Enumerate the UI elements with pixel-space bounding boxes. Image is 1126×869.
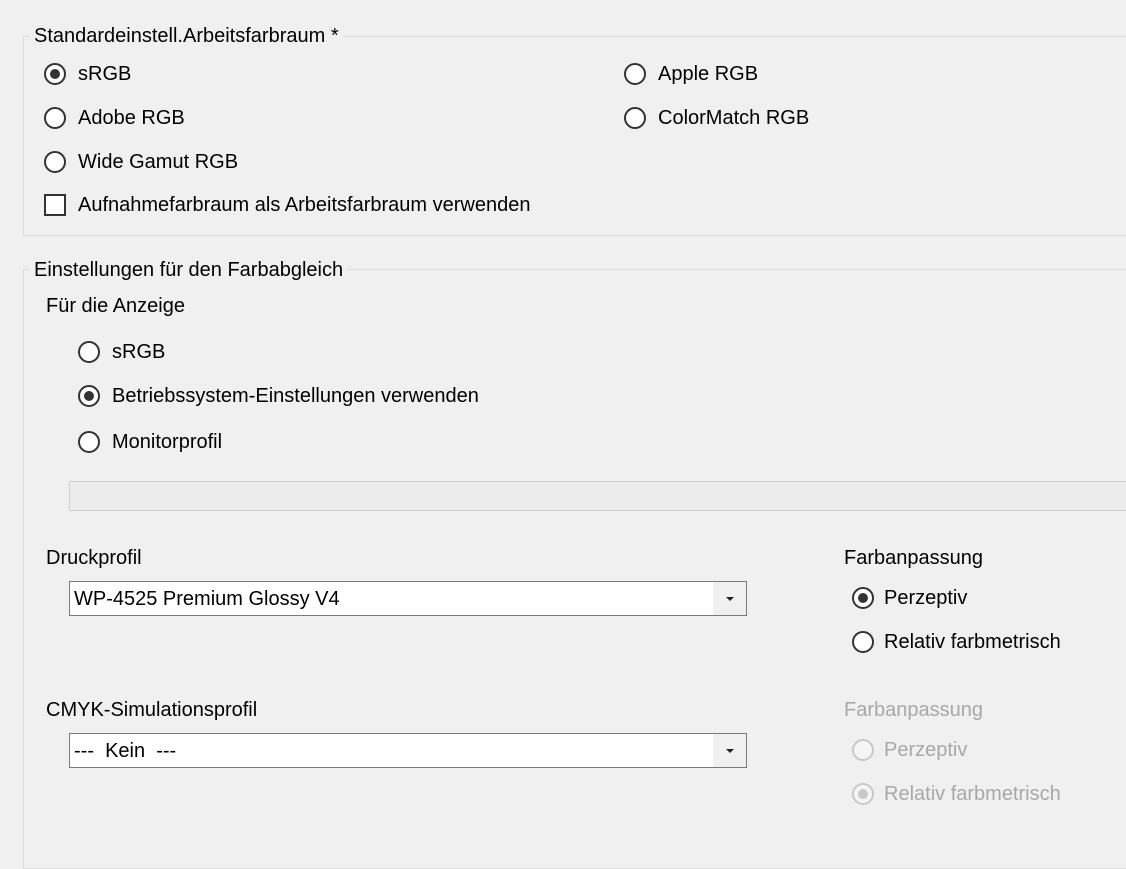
radio-indicator[interactable]: [624, 63, 646, 85]
radio-indicator[interactable]: [852, 783, 874, 805]
print-profile-value: WP-4525 Premium Glossy V4: [74, 587, 340, 610]
radio-label: ColorMatch RGB: [658, 107, 810, 129]
radio-label: Relativ farbmetrisch: [884, 783, 1061, 805]
radio-label: Monitorprofil: [112, 431, 223, 453]
radio-print-perceptual[interactable]: Perzeptiv: [852, 586, 967, 610]
radio-working-adobe-rgb[interactable]: Adobe RGB: [44, 106, 185, 130]
print-rendering-label: Farbanpassung: [844, 547, 983, 569]
radio-display-monitor-profile[interactable]: Monitorprofil: [78, 430, 222, 454]
radio-label: Adobe RGB: [78, 107, 185, 129]
radio-working-apple-rgb[interactable]: Apple RGB: [624, 62, 758, 86]
checkbox-label: Aufnahmefarbraum als Arbeitsfarbraum ver…: [78, 194, 531, 216]
radio-working-srgb[interactable]: sRGB: [44, 62, 131, 86]
radio-indicator[interactable]: [852, 587, 874, 609]
radio-indicator[interactable]: [624, 107, 646, 129]
radio-label: sRGB: [112, 341, 166, 363]
radio-working-colormatch-rgb[interactable]: ColorMatch RGB: [624, 106, 809, 130]
radio-label: Relativ farbmetrisch: [884, 631, 1061, 653]
cmyk-profile-value: --- Kein ---: [74, 739, 177, 762]
checkbox-use-capture-space[interactable]: Aufnahmefarbraum als Arbeitsfarbraum ver…: [44, 193, 530, 217]
radio-indicator[interactable]: [44, 63, 66, 85]
radio-cmyk-perceptual[interactable]: Perzeptiv: [852, 738, 967, 762]
cmyk-profile-select[interactable]: --- Kein ---: [69, 733, 747, 768]
radio-label: Betriebssystem-Einstellungen verwenden: [112, 385, 479, 407]
radio-working-wide-gamut-rgb[interactable]: Wide Gamut RGB: [44, 150, 238, 174]
radio-indicator[interactable]: [852, 739, 874, 761]
radio-indicator[interactable]: [78, 385, 100, 407]
radio-label: sRGB: [78, 63, 132, 85]
radio-display-os-settings[interactable]: Betriebssystem-Einstellungen verwenden: [78, 384, 479, 408]
cmyk-rendering-label: Farbanpassung: [844, 699, 983, 721]
radio-indicator[interactable]: [852, 631, 874, 653]
color-matching-legend: Einstellungen für den Farbabgleich: [29, 258, 348, 282]
chevron-down-icon[interactable]: [713, 582, 746, 615]
radio-label: Wide Gamut RGB: [78, 151, 239, 173]
display-section-label: Für die Anzeige: [46, 295, 185, 317]
working-space-legend: Standardeinstell.Arbeitsfarbraum *: [29, 24, 343, 48]
radio-label: Perzeptiv: [884, 739, 968, 761]
print-profile-label: Druckprofil: [46, 547, 142, 569]
radio-label: Perzeptiv: [884, 587, 968, 609]
monitor-profile-field: [69, 481, 1126, 511]
radio-indicator[interactable]: [78, 431, 100, 453]
radio-cmyk-relative-colorimetric[interactable]: Relativ farbmetrisch: [852, 782, 1061, 806]
cmyk-profile-label: CMYK-Simulationsprofil: [46, 699, 258, 721]
radio-indicator[interactable]: [78, 341, 100, 363]
radio-label: Apple RGB: [658, 63, 759, 85]
chevron-down-icon[interactable]: [713, 734, 746, 767]
print-profile-select[interactable]: WP-4525 Premium Glossy V4: [69, 581, 747, 616]
radio-indicator[interactable]: [44, 107, 66, 129]
radio-print-relative-colorimetric[interactable]: Relativ farbmetrisch: [852, 630, 1061, 654]
radio-indicator[interactable]: [44, 151, 66, 173]
radio-display-srgb[interactable]: sRGB: [78, 340, 165, 364]
checkbox-indicator[interactable]: [44, 194, 66, 216]
